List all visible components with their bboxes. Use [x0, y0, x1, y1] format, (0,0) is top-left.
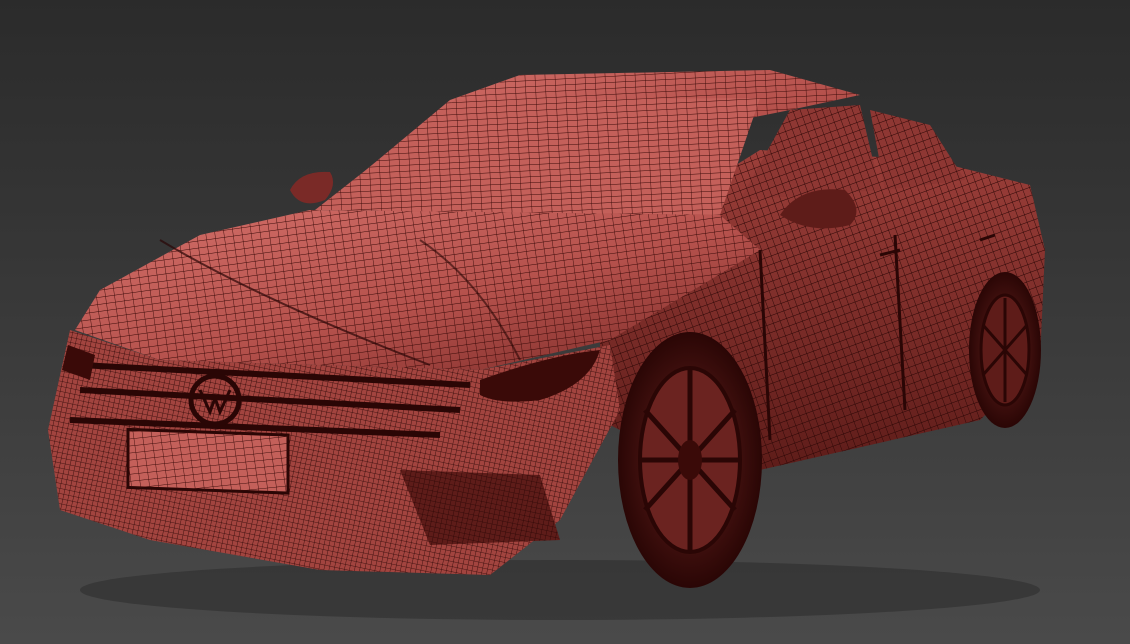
front-wheel	[618, 332, 762, 588]
rear-wheel	[969, 272, 1041, 428]
windshield	[315, 98, 760, 215]
ground-shadow	[80, 560, 1040, 620]
car-wireframe-render	[48, 70, 1045, 620]
license-plate	[126, 427, 290, 495]
3d-viewport[interactable]	[0, 0, 1130, 644]
left-mirror	[290, 171, 334, 204]
